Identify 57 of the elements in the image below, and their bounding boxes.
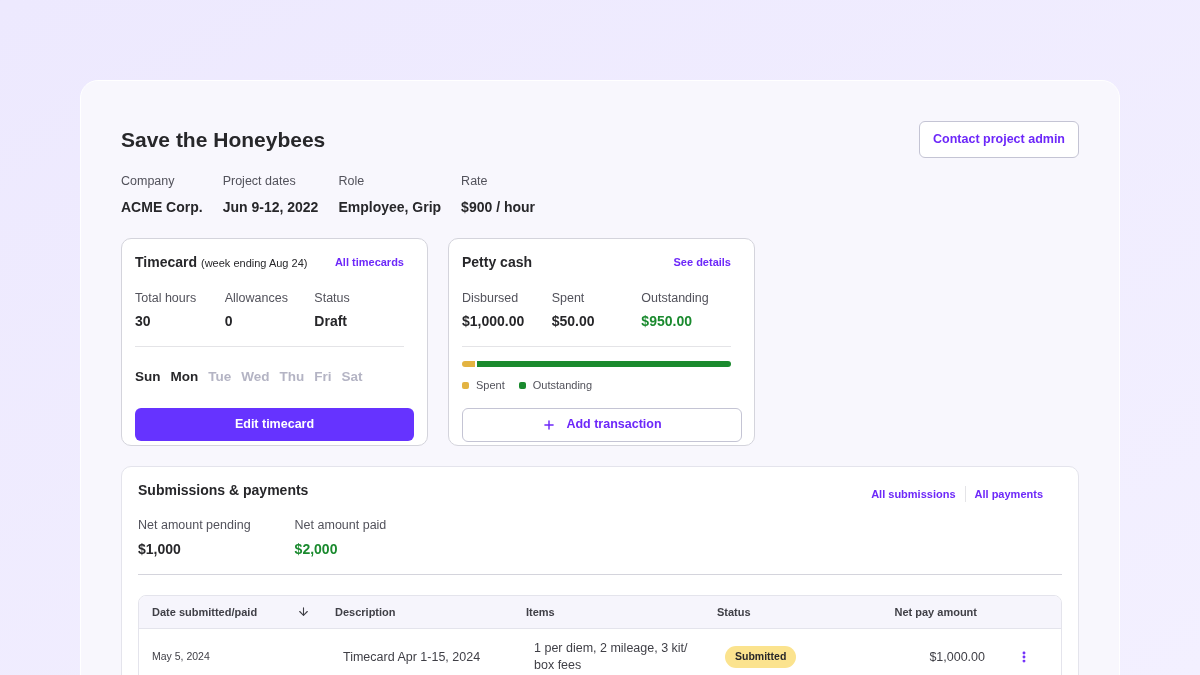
status-badge: Submitted xyxy=(725,646,797,669)
card-subtitle: (week ending Aug 24) xyxy=(201,255,308,271)
column-header: Net pay amount xyxy=(893,604,977,620)
description-cell-text: Timecard Apr 1-15, 2024 xyxy=(343,648,482,666)
all-timecards-link[interactable]: All timecards xyxy=(334,253,404,271)
stat-label: Outstanding xyxy=(641,289,710,307)
legend-label: Spent xyxy=(476,378,505,394)
column-header[interactable]: Date submitted/paid xyxy=(139,603,289,620)
stat-label: Total hours xyxy=(135,289,198,307)
stat-value: $1,000.00 xyxy=(462,312,526,332)
card-title: Timecard xyxy=(135,252,197,272)
stat-value: Draft xyxy=(314,312,348,332)
day-label: Sun xyxy=(135,368,161,387)
detail-value: $900 / hour xyxy=(461,197,536,217)
stat-value: $50.00 xyxy=(551,312,596,332)
column-header: Status xyxy=(717,604,752,620)
amount-cell-text: $1,000.00 xyxy=(928,648,985,666)
card-title: Petty cash xyxy=(462,252,533,272)
detail-label: Role xyxy=(338,172,366,190)
plus-icon xyxy=(542,417,557,432)
column-header: Items xyxy=(526,604,556,620)
day-label: Thu xyxy=(279,368,305,387)
stat-label: Net amount paid xyxy=(294,517,387,534)
stat-label: Disbursed xyxy=(462,289,520,307)
items-cell-text: 1 per diem, 2 mileage, 3 kit/ box fees xyxy=(534,640,689,675)
stat-label: Status xyxy=(314,289,351,307)
stat-value: $1,000 xyxy=(138,539,182,559)
day-label: Fri xyxy=(314,368,332,387)
date-cell-text: May 5, 2024 xyxy=(151,649,211,665)
detail-value: ACME Corp. xyxy=(121,197,203,217)
detail-label: Rate xyxy=(461,172,489,190)
detail-value: Jun 9-12, 2022 xyxy=(222,197,319,217)
project-title: Save the Honeybees xyxy=(121,126,326,153)
day-label: Sat xyxy=(341,368,363,387)
stat-value: $950.00 xyxy=(641,312,693,332)
sort-arrow-icon[interactable] xyxy=(297,605,310,619)
detail-value: Employee, Grip xyxy=(338,197,442,217)
stat-label: Net amount pending xyxy=(138,517,251,534)
stat-label: Allowances xyxy=(224,289,289,307)
panel-link[interactable]: All payments xyxy=(964,485,1052,502)
edit-timecard-button[interactable]: Edit timecard xyxy=(135,407,414,441)
stat-value: 30 xyxy=(135,312,152,332)
day-label: Tue xyxy=(208,368,232,387)
detail-label: Company xyxy=(121,172,176,190)
panel-title: Submissions & payments xyxy=(138,481,309,501)
day-label: Wed xyxy=(241,368,270,387)
see-details-link[interactable]: See details xyxy=(673,253,731,271)
column-header: Description xyxy=(335,604,397,620)
add-transaction-button[interactable]: Add transaction xyxy=(462,407,742,442)
detail-label: Project dates xyxy=(222,172,297,190)
stat-value: $2,000 xyxy=(294,539,339,559)
panel-link[interactable]: All submissions xyxy=(862,485,965,502)
day-label: Mon xyxy=(170,368,199,387)
contact-button[interactable]: Contact project admin xyxy=(919,121,1079,158)
legend-label: Outstanding xyxy=(532,378,593,394)
stat-value: 0 xyxy=(224,312,234,332)
stat-label: Spent xyxy=(551,289,586,307)
